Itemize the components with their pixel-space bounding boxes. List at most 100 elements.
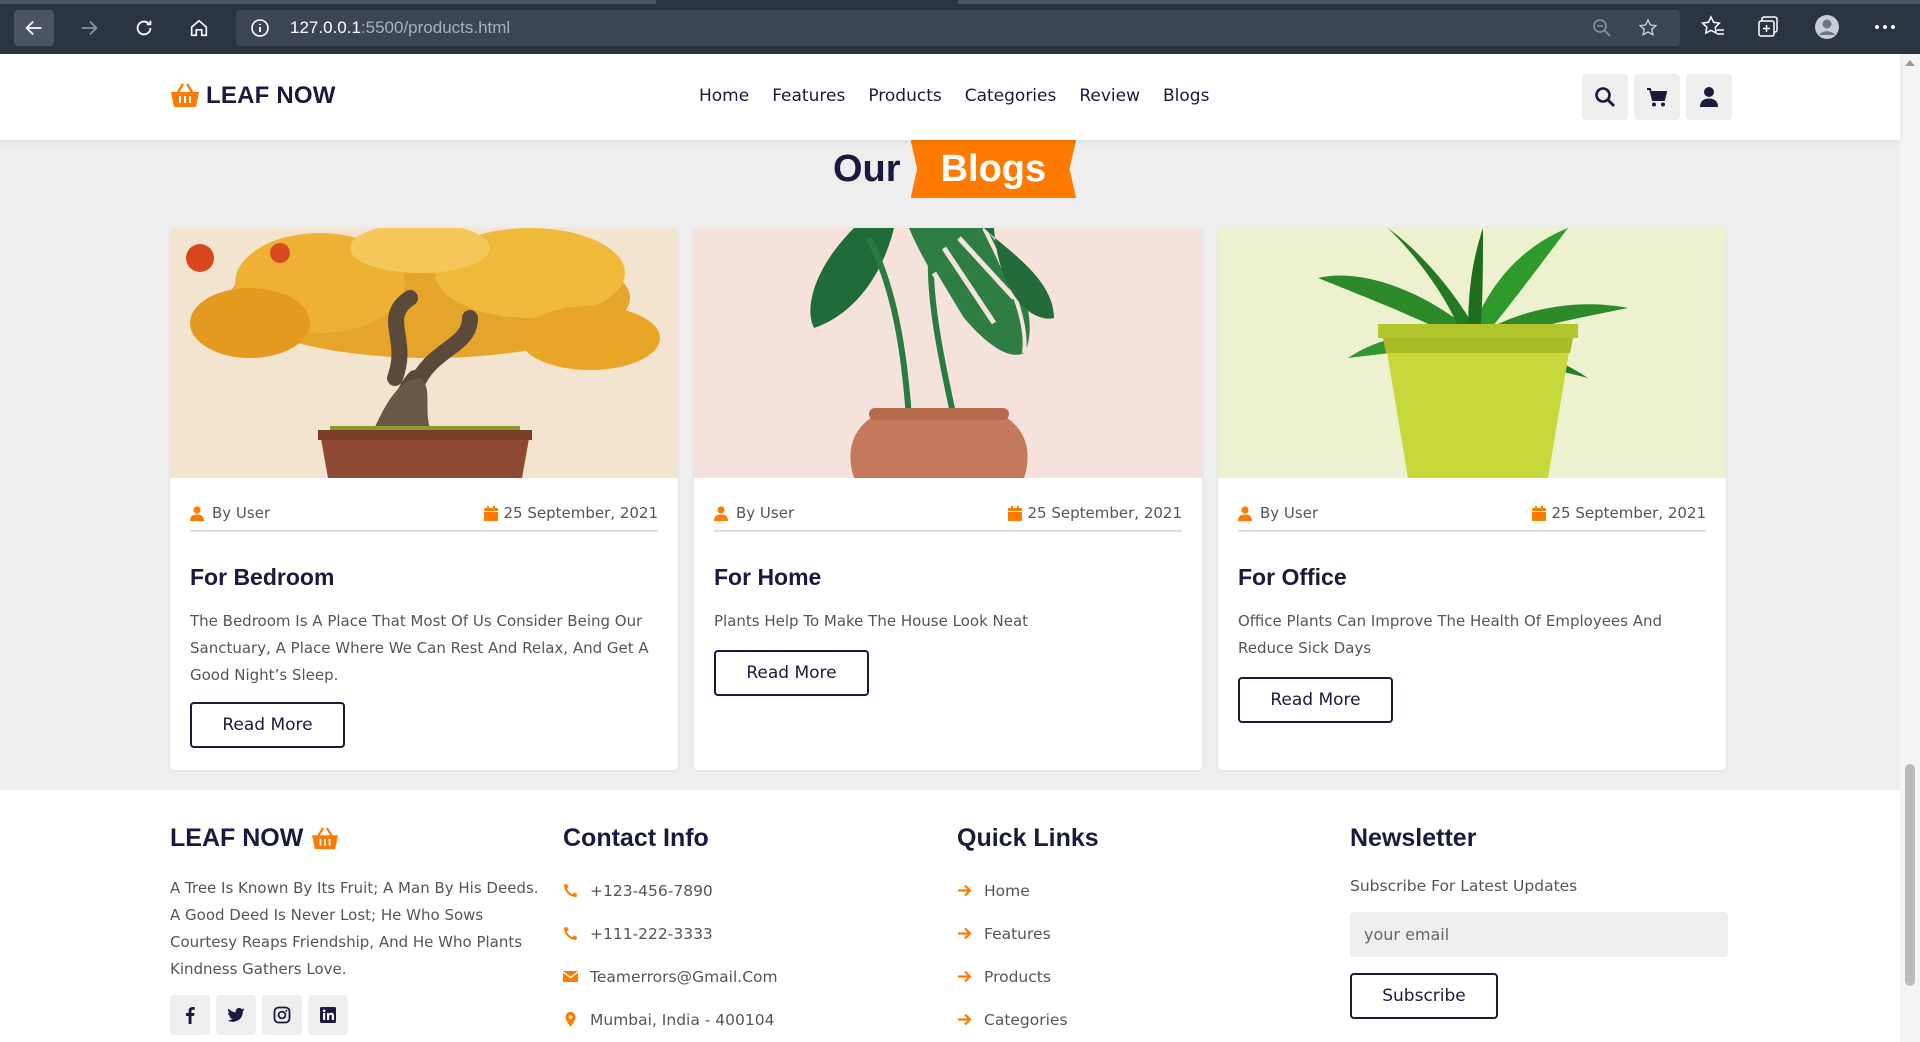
zoom-out-icon[interactable] xyxy=(1592,18,1612,38)
site-footer: LEAF NOW A Tree Is Known By Its Fruit; A… xyxy=(0,790,1900,1042)
tab-strip-edge xyxy=(0,0,1920,8)
subscribe-button[interactable]: Subscribe xyxy=(1350,973,1498,1019)
scrollbar-thumb[interactable] xyxy=(1905,764,1915,986)
twitter-link[interactable] xyxy=(216,995,256,1035)
blog-meta: By User 25 September, 2021 xyxy=(190,504,658,532)
arrow-right-icon xyxy=(958,1013,972,1026)
facebook-icon xyxy=(186,1007,195,1024)
contact-address[interactable]: Mumbai, India - 400104 xyxy=(563,998,778,1041)
blog-description: The Bedroom Is A Place That Most Of Us C… xyxy=(190,612,649,684)
footer-quick-links: Quick Links Home Features Products Categ… xyxy=(957,824,1099,1041)
account-button[interactable] xyxy=(1686,74,1732,120)
user-icon xyxy=(1700,87,1718,107)
heading-highlight-tag: Blogs xyxy=(910,140,1077,198)
profile-avatar-icon[interactable] xyxy=(1814,14,1840,40)
envelope-icon xyxy=(563,971,578,982)
office-plant-image xyxy=(1218,228,1726,478)
footer-link-categories[interactable]: Categories xyxy=(957,998,1099,1041)
favorites-icon[interactable] xyxy=(1700,14,1726,40)
social-links xyxy=(170,995,540,1035)
nav-categories[interactable]: Categories xyxy=(965,86,1057,106)
footer-link-home[interactable]: Home xyxy=(957,869,1099,912)
more-options-icon[interactable] xyxy=(1872,14,1898,40)
blog-author: By User xyxy=(1238,504,1318,522)
blog-title: For Home xyxy=(714,564,822,590)
footer-link-features[interactable]: Features xyxy=(957,912,1099,955)
scroll-up-icon[interactable] xyxy=(1905,60,1915,66)
nav-review[interactable]: Review xyxy=(1079,86,1140,106)
address-bar[interactable]: 127.0.0.1:5500/products.html xyxy=(236,10,1680,46)
footer-about: LEAF NOW A Tree Is Known By Its Fruit; A… xyxy=(170,824,540,1035)
contact-email[interactable]: Teamerrors@Gmail.Com xyxy=(563,955,778,998)
blog-meta: By User 25 September, 2021 xyxy=(1238,504,1706,532)
contact-phone-1[interactable]: +123-456-7890 xyxy=(563,869,778,912)
site-info-icon[interactable] xyxy=(250,18,270,38)
bonsai-tree-image xyxy=(170,228,678,478)
monstera-plant-image xyxy=(694,228,1202,478)
newsletter-title: Newsletter xyxy=(1350,824,1477,852)
user-icon xyxy=(190,505,204,521)
blog-description: Plants Help To Make The House Look Neat xyxy=(714,612,1029,630)
basket-icon xyxy=(312,826,339,849)
blog-author: By User xyxy=(190,504,270,522)
arrow-right-icon xyxy=(81,20,98,36)
main-nav: Home Features Products Categories Review… xyxy=(699,86,1232,106)
home-icon xyxy=(190,19,208,37)
blog-date: 25 September, 2021 xyxy=(1007,504,1182,522)
phone-icon xyxy=(564,884,577,897)
calendar-icon xyxy=(1007,505,1022,521)
user-icon xyxy=(1238,505,1252,521)
blog-title: For Office xyxy=(1238,564,1347,590)
arrow-left-icon xyxy=(25,20,42,36)
add-favorite-icon[interactable] xyxy=(1638,18,1658,38)
blog-meta: By User 25 September, 2021 xyxy=(714,504,1182,532)
facebook-link[interactable] xyxy=(170,995,210,1035)
footer-newsletter: Newsletter Subscribe For Latest Updates … xyxy=(1350,824,1728,1019)
phone-icon xyxy=(564,927,577,940)
basket-icon xyxy=(171,83,199,107)
footer-brand: LEAF NOW xyxy=(170,824,540,853)
twitter-icon xyxy=(227,1007,245,1022)
blog-date: 25 September, 2021 xyxy=(483,504,658,522)
reload-button[interactable] xyxy=(124,10,164,46)
calendar-icon xyxy=(483,505,498,521)
heading-highlight: Blogs xyxy=(940,147,1047,190)
contact-list: +123-456-7890 +111-222-3333 Teamerrors@G… xyxy=(563,869,778,1041)
cart-button[interactable] xyxy=(1634,74,1680,120)
collections-icon[interactable] xyxy=(1756,14,1782,40)
contact-title: Contact Info xyxy=(563,824,709,852)
nav-products[interactable]: Products xyxy=(868,86,941,106)
map-marker-icon xyxy=(565,1012,576,1027)
nav-blogs[interactable]: Blogs xyxy=(1163,86,1209,106)
newsletter-email-input[interactable] xyxy=(1350,912,1728,957)
instagram-icon xyxy=(273,1006,291,1024)
linkedin-link[interactable] xyxy=(308,995,348,1035)
newsletter-subtitle: Subscribe For Latest Updates xyxy=(1350,877,1578,895)
user-icon xyxy=(714,505,728,521)
search-icon xyxy=(1595,87,1615,107)
shopping-cart-icon xyxy=(1647,88,1668,107)
forward-button[interactable] xyxy=(69,10,109,46)
read-more-button[interactable]: Read More xyxy=(1238,677,1393,723)
quick-links-list: Home Features Products Categories xyxy=(957,869,1099,1041)
blog-card: By User 25 September, 2021 For Bedroom T… xyxy=(170,228,678,770)
browser-toolbar: 127.0.0.1:5500/products.html xyxy=(0,0,1920,54)
page-scrollbar[interactable] xyxy=(1900,54,1920,1042)
blog-card: By User 25 September, 2021 For Home Plan… xyxy=(694,228,1202,770)
back-button[interactable] xyxy=(14,10,54,46)
home-button[interactable] xyxy=(179,10,219,46)
read-more-button[interactable]: Read More xyxy=(190,702,345,748)
contact-phone-2[interactable]: +111-222-3333 xyxy=(563,912,778,955)
calendar-icon xyxy=(1531,505,1546,521)
read-more-button[interactable]: Read More xyxy=(714,650,869,696)
header-actions xyxy=(1582,74,1732,120)
footer-link-products[interactable]: Products xyxy=(957,955,1099,998)
blog-date: 25 September, 2021 xyxy=(1531,504,1706,522)
nav-features[interactable]: Features xyxy=(772,86,845,106)
instagram-link[interactable] xyxy=(262,995,302,1035)
brand-logo[interactable]: LEAF NOW xyxy=(170,82,336,110)
footer-about-text: A Tree Is Known By Its Fruit; A Man By H… xyxy=(170,879,539,978)
heading-prefix: Our xyxy=(833,147,901,190)
nav-home[interactable]: Home xyxy=(699,86,749,106)
search-button[interactable] xyxy=(1582,74,1628,120)
